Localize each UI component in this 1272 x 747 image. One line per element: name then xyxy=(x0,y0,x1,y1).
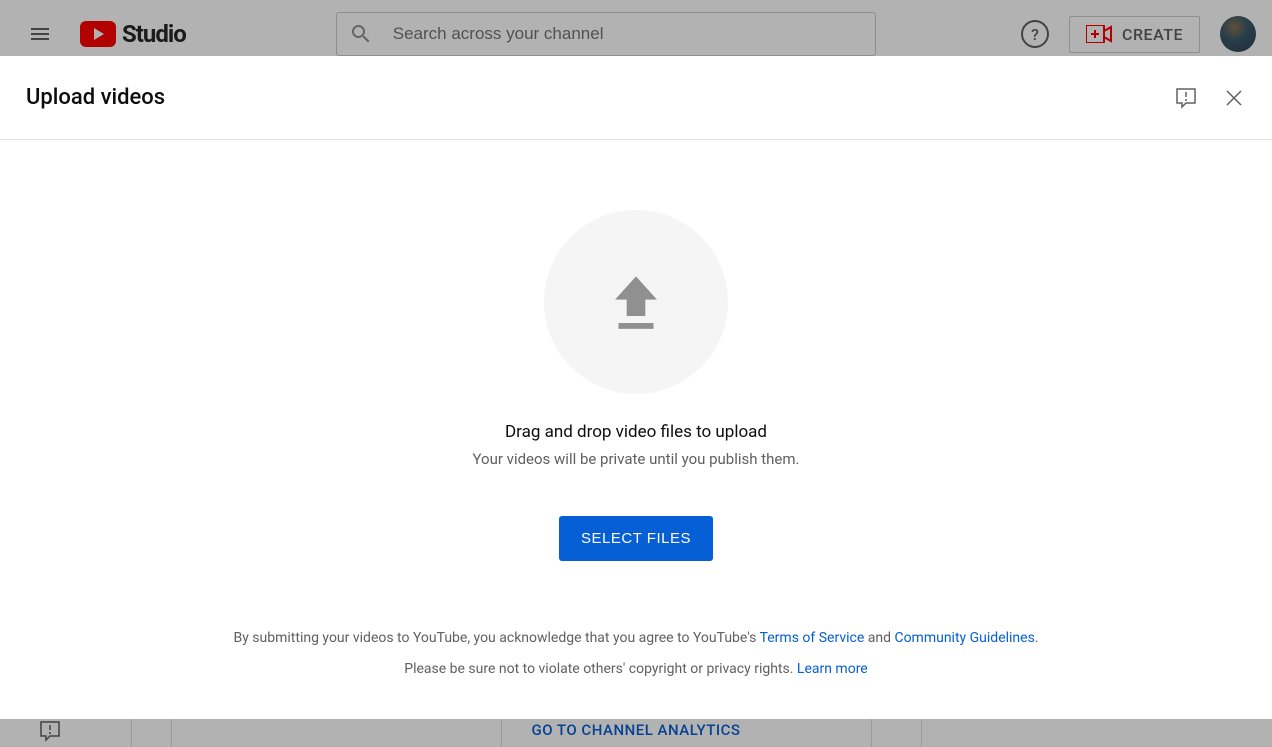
legal-line2-prefix: Please be sure not to violate others' co… xyxy=(404,661,797,677)
upload-arrow-icon xyxy=(601,267,671,337)
modal-header-actions xyxy=(1174,86,1246,110)
feedback-button[interactable] xyxy=(1174,86,1198,110)
upload-dropzone[interactable] xyxy=(544,210,728,394)
upload-modal: Upload videos Drag and drop video files … xyxy=(0,56,1272,719)
select-files-button[interactable]: SELECT FILES xyxy=(559,516,713,561)
modal-body: Drag and drop video files to upload Your… xyxy=(0,140,1272,719)
tos-link[interactable]: Terms of Service xyxy=(760,630,865,646)
legal-text: By submitting your videos to YouTube, yo… xyxy=(233,623,1038,685)
drag-drop-text: Drag and drop video files to upload xyxy=(505,422,767,442)
learn-more-link[interactable]: Learn more xyxy=(797,661,868,677)
guidelines-link[interactable]: Community Guidelines xyxy=(894,630,1034,646)
legal-line1-prefix: By submitting your videos to YouTube, yo… xyxy=(233,630,759,646)
modal-title: Upload videos xyxy=(26,85,165,110)
legal-line1-suffix: . xyxy=(1035,630,1039,646)
close-button[interactable] xyxy=(1222,86,1246,110)
modal-header: Upload videos xyxy=(0,56,1272,140)
legal-and: and xyxy=(864,630,894,646)
private-notice-text: Your videos will be private until you pu… xyxy=(473,450,800,468)
